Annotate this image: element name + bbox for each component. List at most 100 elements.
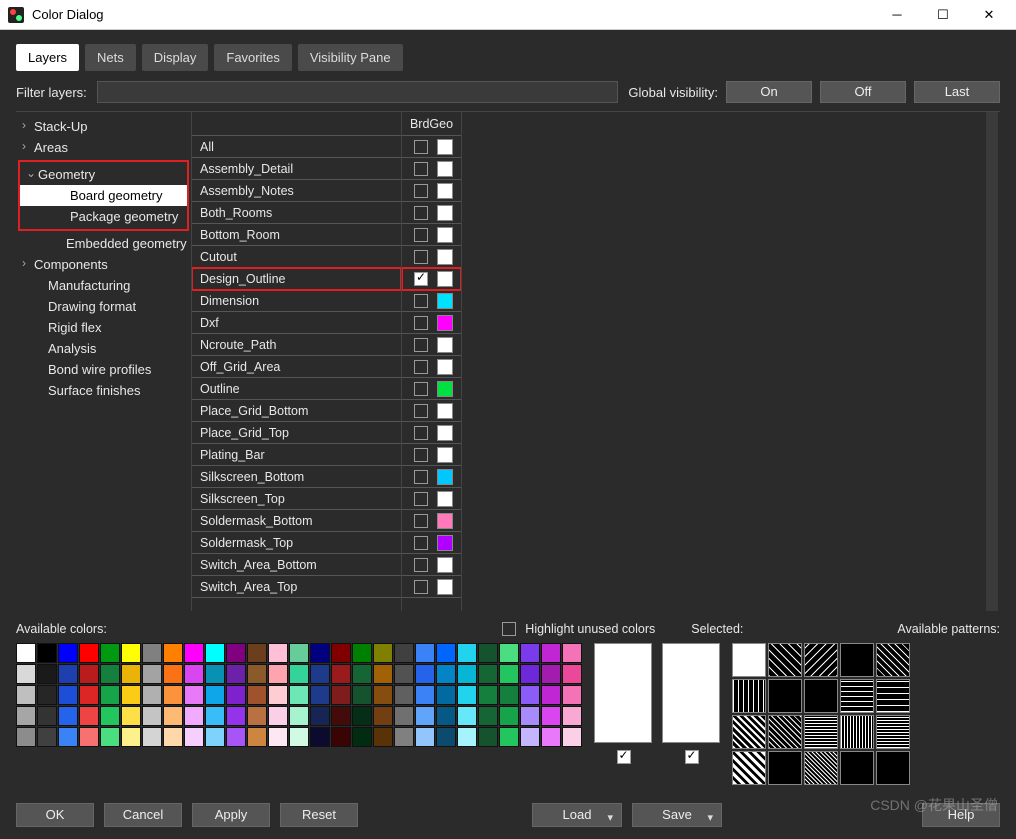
palette-swatch[interactable] (100, 664, 120, 684)
layer-row[interactable]: Bottom_Room (192, 224, 401, 246)
palette-swatch[interactable] (415, 727, 435, 747)
palette-swatch[interactable] (16, 706, 36, 726)
palette-swatch[interactable] (121, 643, 141, 663)
filter-input[interactable] (97, 81, 619, 103)
layer-color-swatch[interactable] (437, 315, 453, 331)
palette-swatch[interactable] (205, 706, 225, 726)
palette-swatch[interactable] (415, 685, 435, 705)
palette-swatch[interactable] (247, 727, 267, 747)
palette-swatch[interactable] (415, 706, 435, 726)
close-button[interactable]: ✕ (966, 0, 1012, 30)
pattern-swatch[interactable] (732, 751, 766, 785)
palette-swatch[interactable] (142, 685, 162, 705)
palette-swatch[interactable] (541, 664, 561, 684)
pattern-swatch[interactable] (876, 751, 910, 785)
load-button[interactable]: Load (532, 803, 622, 827)
layer-visibility-checkbox[interactable] (414, 448, 428, 462)
palette-swatch[interactable] (373, 643, 393, 663)
palette-swatch[interactable] (457, 727, 477, 747)
palette-swatch[interactable] (436, 664, 456, 684)
minimize-button[interactable]: ─ (874, 0, 920, 30)
palette-swatch[interactable] (163, 643, 183, 663)
layer-visibility-checkbox[interactable] (414, 558, 428, 572)
palette-swatch[interactable] (79, 685, 99, 705)
layer-row[interactable]: Dimension (192, 290, 401, 312)
layer-visibility-checkbox[interactable] (414, 228, 428, 242)
layer-row[interactable]: Ncroute_Path (192, 334, 401, 356)
tree-item[interactable]: Areas (16, 137, 191, 158)
palette-swatch[interactable] (58, 685, 78, 705)
layer-row[interactable]: Assembly_Detail (192, 158, 401, 180)
pattern-swatch[interactable] (732, 643, 766, 677)
palette-swatch[interactable] (79, 643, 99, 663)
palette-swatch[interactable] (541, 643, 561, 663)
tab-layers[interactable]: Layers (16, 44, 79, 71)
layer-row[interactable]: Soldermask_Top (192, 532, 401, 554)
palette-swatch[interactable] (478, 664, 498, 684)
palette-swatch[interactable] (247, 664, 267, 684)
palette-swatch[interactable] (541, 685, 561, 705)
palette-swatch[interactable] (226, 706, 246, 726)
selected-pattern-swatch[interactable] (662, 643, 720, 743)
tree-item[interactable]: Bond wire profiles (16, 359, 191, 380)
palette-swatch[interactable] (310, 643, 330, 663)
layer-color-swatch[interactable] (437, 337, 453, 353)
palette-swatch[interactable] (205, 727, 225, 747)
palette-swatch[interactable] (142, 664, 162, 684)
pattern-swatch[interactable] (876, 679, 910, 713)
pattern-swatch[interactable] (876, 715, 910, 749)
layer-row[interactable]: Design_Outline (192, 268, 401, 290)
pattern-swatch[interactable] (876, 643, 910, 677)
layer-color-swatch[interactable] (437, 425, 453, 441)
palette-swatch[interactable] (331, 664, 351, 684)
layer-row[interactable]: Place_Grid_Top (192, 422, 401, 444)
palette-swatch[interactable] (478, 706, 498, 726)
palette-swatch[interactable] (331, 706, 351, 726)
palette-swatch[interactable] (121, 706, 141, 726)
palette-swatch[interactable] (478, 685, 498, 705)
palette-swatch[interactable] (310, 685, 330, 705)
layer-visibility-checkbox[interactable] (414, 580, 428, 594)
layer-color-swatch[interactable] (437, 161, 453, 177)
layer-color-swatch[interactable] (437, 139, 453, 155)
palette-swatch[interactable] (142, 706, 162, 726)
tree-item[interactable]: Rigid flex (16, 317, 191, 338)
cancel-button[interactable]: Cancel (104, 803, 182, 827)
palette-swatch[interactable] (289, 664, 309, 684)
reset-button[interactable]: Reset (280, 803, 358, 827)
layer-visibility-checkbox[interactable] (414, 382, 428, 396)
tab-favorites[interactable]: Favorites (214, 44, 291, 71)
palette-swatch[interactable] (268, 664, 288, 684)
layer-color-swatch[interactable] (437, 293, 453, 309)
palette-swatch[interactable] (499, 706, 519, 726)
palette-swatch[interactable] (37, 643, 57, 663)
palette-swatch[interactable] (520, 643, 540, 663)
tab-nets[interactable]: Nets (85, 44, 136, 71)
palette-swatch[interactable] (79, 706, 99, 726)
palette-swatch[interactable] (457, 664, 477, 684)
palette-swatch[interactable] (436, 727, 456, 747)
palette-swatch[interactable] (352, 727, 372, 747)
layer-color-swatch[interactable] (437, 447, 453, 463)
save-button[interactable]: Save (632, 803, 722, 827)
palette-swatch[interactable] (562, 664, 582, 684)
palette-swatch[interactable] (16, 643, 36, 663)
globalvis-on-button[interactable]: On (726, 81, 812, 103)
palette-swatch[interactable] (310, 706, 330, 726)
apply-button[interactable]: Apply (192, 803, 270, 827)
palette-swatch[interactable] (352, 706, 372, 726)
selected-color-swatch[interactable] (594, 643, 652, 743)
palette-swatch[interactable] (79, 664, 99, 684)
layer-visibility-checkbox[interactable] (414, 492, 428, 506)
layer-color-swatch[interactable] (437, 183, 453, 199)
palette-swatch[interactable] (58, 706, 78, 726)
tree-item[interactable]: Board geometry (20, 185, 187, 206)
palette-swatch[interactable] (142, 727, 162, 747)
palette-swatch[interactable] (394, 643, 414, 663)
tree-item[interactable]: Embedded geometry (16, 233, 191, 254)
palette-swatch[interactable] (310, 664, 330, 684)
layer-visibility-checkbox[interactable] (414, 426, 428, 440)
palette-swatch[interactable] (562, 685, 582, 705)
layer-visibility-checkbox[interactable] (414, 360, 428, 374)
pattern-swatch[interactable] (840, 751, 874, 785)
